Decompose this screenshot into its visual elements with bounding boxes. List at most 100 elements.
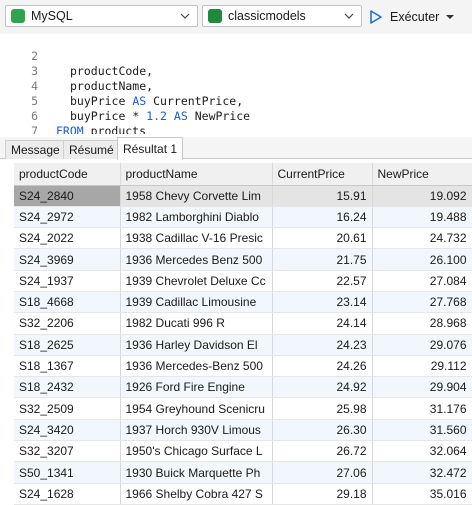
table-row[interactable]: S24_2022 1938 Cadillac V-16 Presic 20.61 24… [14,227,472,250]
table-cell[interactable]: 28.968 [372,312,472,335]
table-cell[interactable]: 15.91 [272,185,373,207]
table-cell[interactable]: S18_2432 [14,376,121,399]
table-cell[interactable]: 1926 Ford Fire Engine [120,376,273,399]
table-cell[interactable]: 32.472 [372,461,472,484]
table-cell[interactable]: 27.084 [372,270,472,292]
table-cell[interactable]: 29.112 [372,355,472,378]
table-cell[interactable]: 27.768 [372,291,472,314]
table-row[interactable]: S32_2509 1954 Greyhound Scenicru 25.98 31.1… [14,397,472,420]
table-cell[interactable]: 1936 Mercedes-Benz 500 [120,355,273,378]
table-cell[interactable]: 1939 Chevrolet Deluxe Cc [120,270,273,292]
table-cell[interactable]: 31.176 [372,397,472,420]
chevron-down-icon [344,13,354,19]
database-select[interactable]: classicmodels [202,5,362,27]
table-cell[interactable]: 32.064 [372,440,472,463]
table-cell[interactable]: S24_1937 [14,270,121,292]
code-text: FROM products [56,124,147,134]
connection-select[interactable]: MySQL [5,5,198,27]
tab-result-1[interactable]: Résultat 1 [117,137,184,160]
table-cell[interactable]: S24_2840 [14,185,121,207]
table-cell[interactable]: S32_3207 [14,440,121,463]
table-cell[interactable]: 29.076 [372,334,472,356]
table-cell[interactable]: 19.092 [372,185,472,207]
table-cell[interactable]: 26.72 [272,440,373,463]
table-cell[interactable]: 1958 Chevy Corvette Lim [120,185,273,207]
table-cell[interactable]: S24_2022 [14,227,121,250]
code-line: 2 productCode, [0,34,472,78]
table-cell[interactable]: 21.75 [272,248,373,271]
table-cell[interactable]: 1936 Harley Davidson El [120,334,273,356]
run-label: Exécuter [390,10,440,24]
table-cell[interactable]: S50_1341 [14,461,121,484]
table-cell[interactable]: 1939 Cadillac Limousine [120,291,273,314]
table-cell[interactable]: 27.06 [272,461,373,484]
table-cell[interactable]: 1937 Horch 930V Limous [120,419,273,442]
code-line: 3 productName, [0,49,472,93]
grid-body: S24_2840 1958 Chevy Corvette Lim 15.91 19.0… [14,185,472,505]
table-cell[interactable]: 24.92 [272,376,373,399]
table-cell[interactable]: S24_3969 [14,248,121,271]
table-cell[interactable]: 1930 Buick Marquette Ph [120,461,273,484]
table-row[interactable]: S50_1341 1930 Buick Marquette Ph 27.06 32.4… [14,461,472,484]
table-cell[interactable]: 1950's Chicago Surface L [120,440,273,463]
column-header[interactable]: productCode [14,163,121,186]
connection-value: MySQL [31,9,73,23]
table-row[interactable]: S24_1937 1939 Chevrolet Deluxe Cc 22.57 27.… [14,270,472,292]
table-row[interactable]: S24_2972 1982 Lamborghini Diablo 16.24 19.4… [14,206,472,229]
mysql-db-icon [11,9,25,23]
table-cell[interactable]: S32_2509 [14,397,121,420]
table-cell[interactable]: 1938 Cadillac V-16 Presic [120,227,273,250]
table-cell[interactable]: 26.100 [372,248,472,271]
table-cell[interactable]: S18_2625 [14,334,121,356]
table-cell[interactable]: 24.23 [272,334,373,356]
table-cell[interactable]: 24.14 [272,312,373,335]
table-cell[interactable]: S24_3420 [14,419,121,442]
schema-icon [208,9,222,23]
play-icon [370,10,382,24]
column-header[interactable]: NewPrice [372,163,472,186]
table-row[interactable]: S24_3420 1937 Horch 930V Limous 26.30 31.56… [14,419,472,442]
table-cell[interactable]: 25.98 [272,397,373,420]
table-cell[interactable]: 22.57 [272,270,373,292]
table-row[interactable]: S24_3969 1936 Mercedes Benz 500 21.75 26.10… [14,248,472,271]
table-cell[interactable]: S24_1628 [14,483,121,505]
table-cell[interactable]: 1966 Shelby Cobra 427 S [120,483,273,505]
table-cell[interactable]: 1982 Lamborghini Diablo [120,206,273,229]
table-row[interactable]: S32_3207 1950's Chicago Surface L 26.72 32.… [14,440,472,463]
table-cell[interactable]: S32_2206 [14,312,121,335]
table-cell[interactable]: 35.016 [372,483,472,505]
table-cell[interactable]: 1982 Ducati 996 R [120,312,273,335]
table-cell[interactable]: 31.560 [372,419,472,442]
column-header[interactable]: productName [120,163,273,186]
caret-down-icon[interactable] [446,13,455,21]
table-row[interactable]: S32_2206 1982 Ducati 996 R 24.14 28.968 [14,312,472,335]
table-row[interactable]: S18_4668 1939 Cadillac Limousine 23.14 27.7… [14,291,472,314]
table-cell[interactable]: 29.904 [372,376,472,399]
column-header[interactable]: CurrentPrice [272,163,373,186]
result-tabs: Message Résumé Résultat 1 [0,137,472,160]
table-cell[interactable]: 29.18 [272,483,373,505]
table-row[interactable]: S18_1367 1936 Mercedes-Benz 500 24.26 29.11… [14,355,472,378]
run-button[interactable]: Exécuter [368,6,455,28]
database-value: classicmodels [228,9,306,23]
table-cell[interactable]: 1936 Mercedes Benz 500 [120,248,273,271]
result-grid[interactable]: productCode productName CurrentPrice New… [14,163,472,505]
table-cell[interactable]: 16.24 [272,206,373,229]
table-cell[interactable]: 19.488 [372,206,472,229]
table-cell[interactable]: 20.61 [272,227,373,250]
table-cell[interactable]: S24_2972 [14,206,121,229]
table-row[interactable]: S18_2625 1936 Harley Davidson El 24.23 29.0… [14,334,472,356]
table-row[interactable]: S18_2432 1926 Ford Fire Engine 24.92 29.904 [14,376,472,399]
table-cell[interactable]: 24.732 [372,227,472,250]
table-row[interactable]: S24_1628 1966 Shelby Cobra 427 S 29.18 35.0… [14,483,472,505]
table-cell[interactable]: 26.30 [272,419,373,442]
table-cell[interactable]: S18_4668 [14,291,121,314]
table-cell[interactable]: 23.14 [272,291,373,314]
table-row[interactable]: S24_2840 1958 Chevy Corvette Lim 15.91 19.0… [14,185,472,207]
tab-summary[interactable]: Résumé [63,140,120,159]
table-cell[interactable]: 24.26 [272,355,373,378]
table-cell[interactable]: 1954 Greyhound Scenicru [120,397,273,420]
sql-editor[interactable]: 2 productCode, 3 productName, 4 buyPrice… [0,34,472,134]
table-cell[interactable]: S18_1367 [14,355,121,378]
tab-message[interactable]: Message [5,140,66,159]
